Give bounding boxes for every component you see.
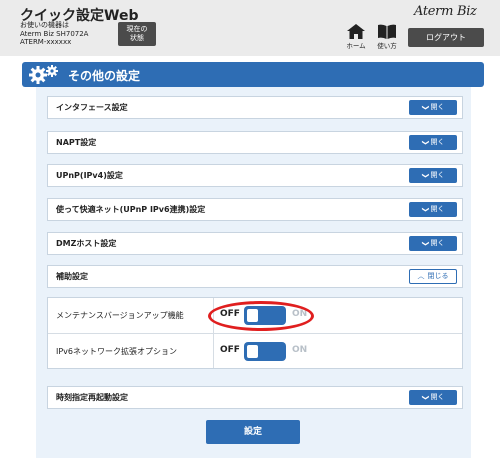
- maintenance-update-label: メンテナンスバージョンアップ機能: [48, 298, 214, 333]
- close-button[interactable]: ︿ 閉じる: [409, 269, 457, 284]
- chevron-down-icon: ❯: [421, 240, 429, 247]
- close-label: 閉じる: [427, 272, 449, 280]
- open-label: 開く: [430, 393, 445, 401]
- apply-settings-button[interactable]: 設定: [206, 420, 300, 444]
- on-label: ON: [292, 345, 308, 355]
- gears-icon: [29, 65, 58, 84]
- home-button[interactable]: ホーム: [342, 24, 370, 52]
- home-label: ホーム: [346, 42, 366, 50]
- device-info: お使いの機器は Aterm Biz SH7072A ATERM-xxxxxx: [20, 21, 88, 47]
- book-icon: [378, 24, 396, 39]
- chevron-up-icon: ︿: [417, 272, 425, 280]
- row-label: NAPT設定: [56, 138, 97, 147]
- row-label: 時刻指定再起動設定: [56, 393, 128, 402]
- highlight-ring: [208, 301, 314, 331]
- ipv6-extension-label: IPv6ネットワーク拡張オプション: [48, 334, 214, 368]
- chevron-down-icon: ❯: [421, 139, 429, 146]
- open-label: 開く: [430, 103, 445, 111]
- logout-button[interactable]: ログアウト: [408, 28, 484, 47]
- row-label: 使って快適ネット(UPnP IPv6連携)設定: [56, 205, 206, 214]
- open-label: 開く: [430, 205, 445, 213]
- current-status-button[interactable]: 現在の 状態: [118, 22, 156, 46]
- row-napt-settings[interactable]: NAPT設定 ❯開く: [47, 131, 463, 154]
- ipv6-extension-switch[interactable]: [244, 342, 286, 361]
- open-button[interactable]: ❯開く: [409, 390, 457, 405]
- row-label: DMZホスト設定: [56, 239, 117, 248]
- row-upnp-ipv6-settings[interactable]: 使って快適ネット(UPnP IPv6連携)設定 ❯開く: [47, 198, 463, 221]
- open-button[interactable]: ❯開く: [409, 135, 457, 150]
- row-interface-settings[interactable]: インタフェース設定 ❯開く: [47, 96, 463, 119]
- open-button[interactable]: ❯開く: [409, 202, 457, 217]
- chevron-down-icon: ❯: [421, 394, 429, 401]
- home-icon: [347, 24, 365, 39]
- open-button[interactable]: ❯開く: [409, 100, 457, 115]
- open-label: 開く: [430, 138, 445, 146]
- header-bar: クイック設定Web お使いの機器は Aterm Biz SH7072A ATER…: [0, 0, 500, 56]
- section-title: その他の設定: [68, 69, 141, 83]
- chevron-down-icon: ❯: [421, 172, 429, 179]
- row-label: UPnP(IPv4)設定: [56, 171, 123, 180]
- device-info-line: お使いの機器は: [20, 21, 69, 29]
- row-label: 補助設定: [56, 272, 88, 281]
- open-label: 開く: [430, 171, 445, 179]
- section-title-bar: その他の設定: [22, 62, 484, 87]
- device-info-name: ATERM-xxxxxx: [20, 38, 72, 46]
- row-scheduled-reboot-settings[interactable]: 時刻指定再起動設定 ❯開く: [47, 386, 463, 409]
- open-button[interactable]: ❯開く: [409, 168, 457, 183]
- status-button-line2: 状態: [130, 34, 144, 42]
- row-dmz-host-settings[interactable]: DMZホスト設定 ❯開く: [47, 232, 463, 255]
- howto-button[interactable]: 使い方: [373, 24, 401, 52]
- chevron-down-icon: ❯: [421, 104, 429, 111]
- chevron-down-icon: ❯: [421, 206, 429, 213]
- switch-knob[interactable]: [247, 345, 258, 358]
- howto-label: 使い方: [377, 42, 397, 50]
- off-label: OFF: [220, 345, 240, 355]
- device-info-model: Aterm Biz SH7072A: [20, 29, 89, 38]
- row-label: インタフェース設定: [56, 103, 128, 112]
- ipv6-extension-row: IPv6ネットワーク拡張オプション OFF ON: [48, 333, 462, 368]
- brand-logo: Aterm Biz: [414, 4, 477, 19]
- row-upnp-ipv4-settings[interactable]: UPnP(IPv4)設定 ❯開く: [47, 164, 463, 187]
- row-auxiliary-settings[interactable]: 補助設定 ︿ 閉じる: [47, 265, 463, 288]
- status-button-line1: 現在の: [126, 25, 148, 33]
- open-button[interactable]: ❯開く: [409, 236, 457, 251]
- open-label: 開く: [430, 239, 445, 247]
